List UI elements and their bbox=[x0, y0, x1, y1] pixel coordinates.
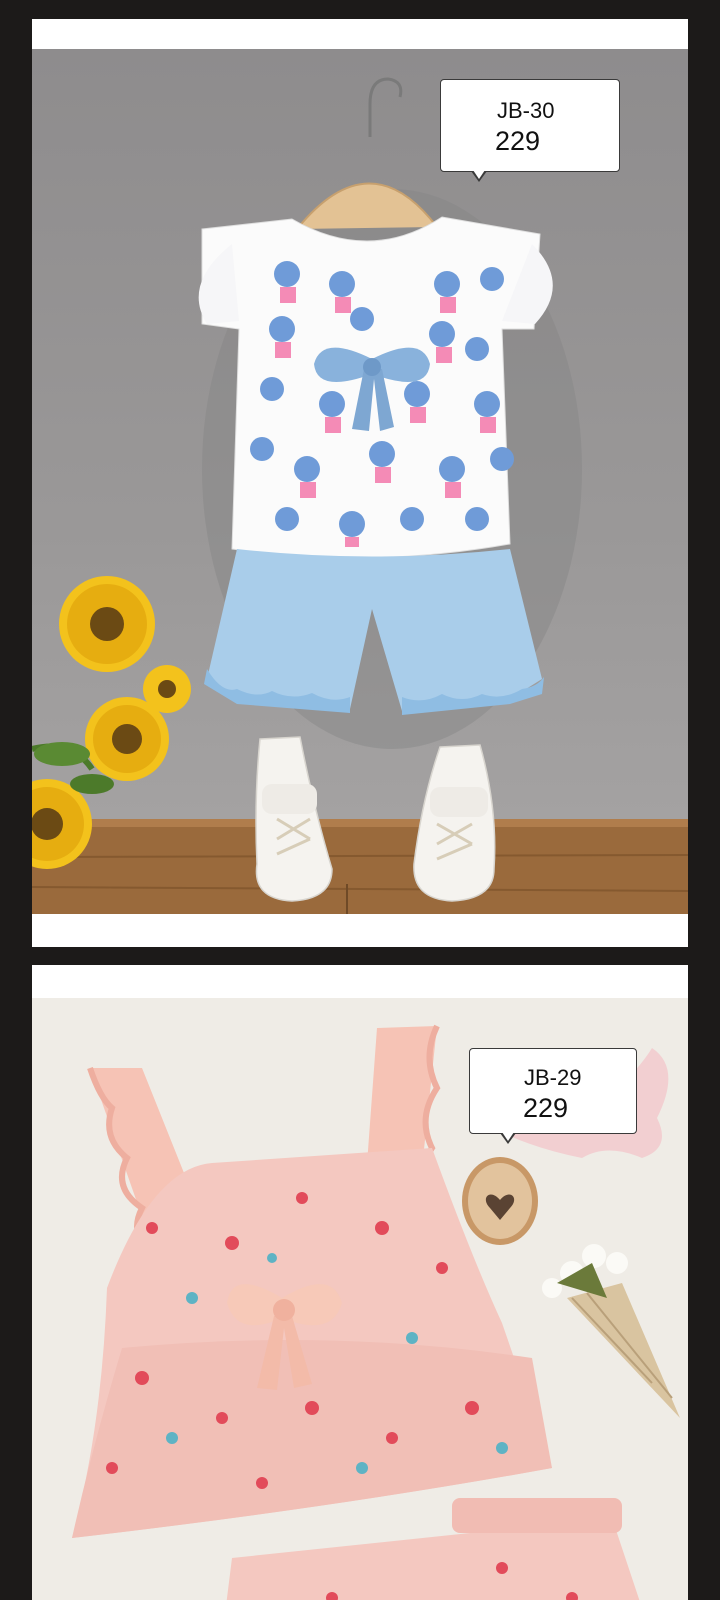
price-tag-jb-30: JB-30 229 bbox=[440, 79, 620, 182]
product-photo-jb-29: JB-29 229 bbox=[32, 998, 688, 1600]
product-card-jb-30[interactable]: JB-30 229 bbox=[32, 19, 688, 947]
product-code: JB-29 bbox=[524, 1065, 582, 1090]
product-photo-jb-30: JB-30 229 bbox=[32, 49, 688, 914]
product-code: JB-30 bbox=[497, 98, 555, 123]
product-card-jb-29[interactable]: JB-29 229 bbox=[32, 965, 688, 1600]
product-price: 229 bbox=[523, 1093, 569, 1123]
product-price: 229 bbox=[495, 126, 541, 156]
price-tag-jb-29: JB-29 229 bbox=[469, 1048, 637, 1144]
